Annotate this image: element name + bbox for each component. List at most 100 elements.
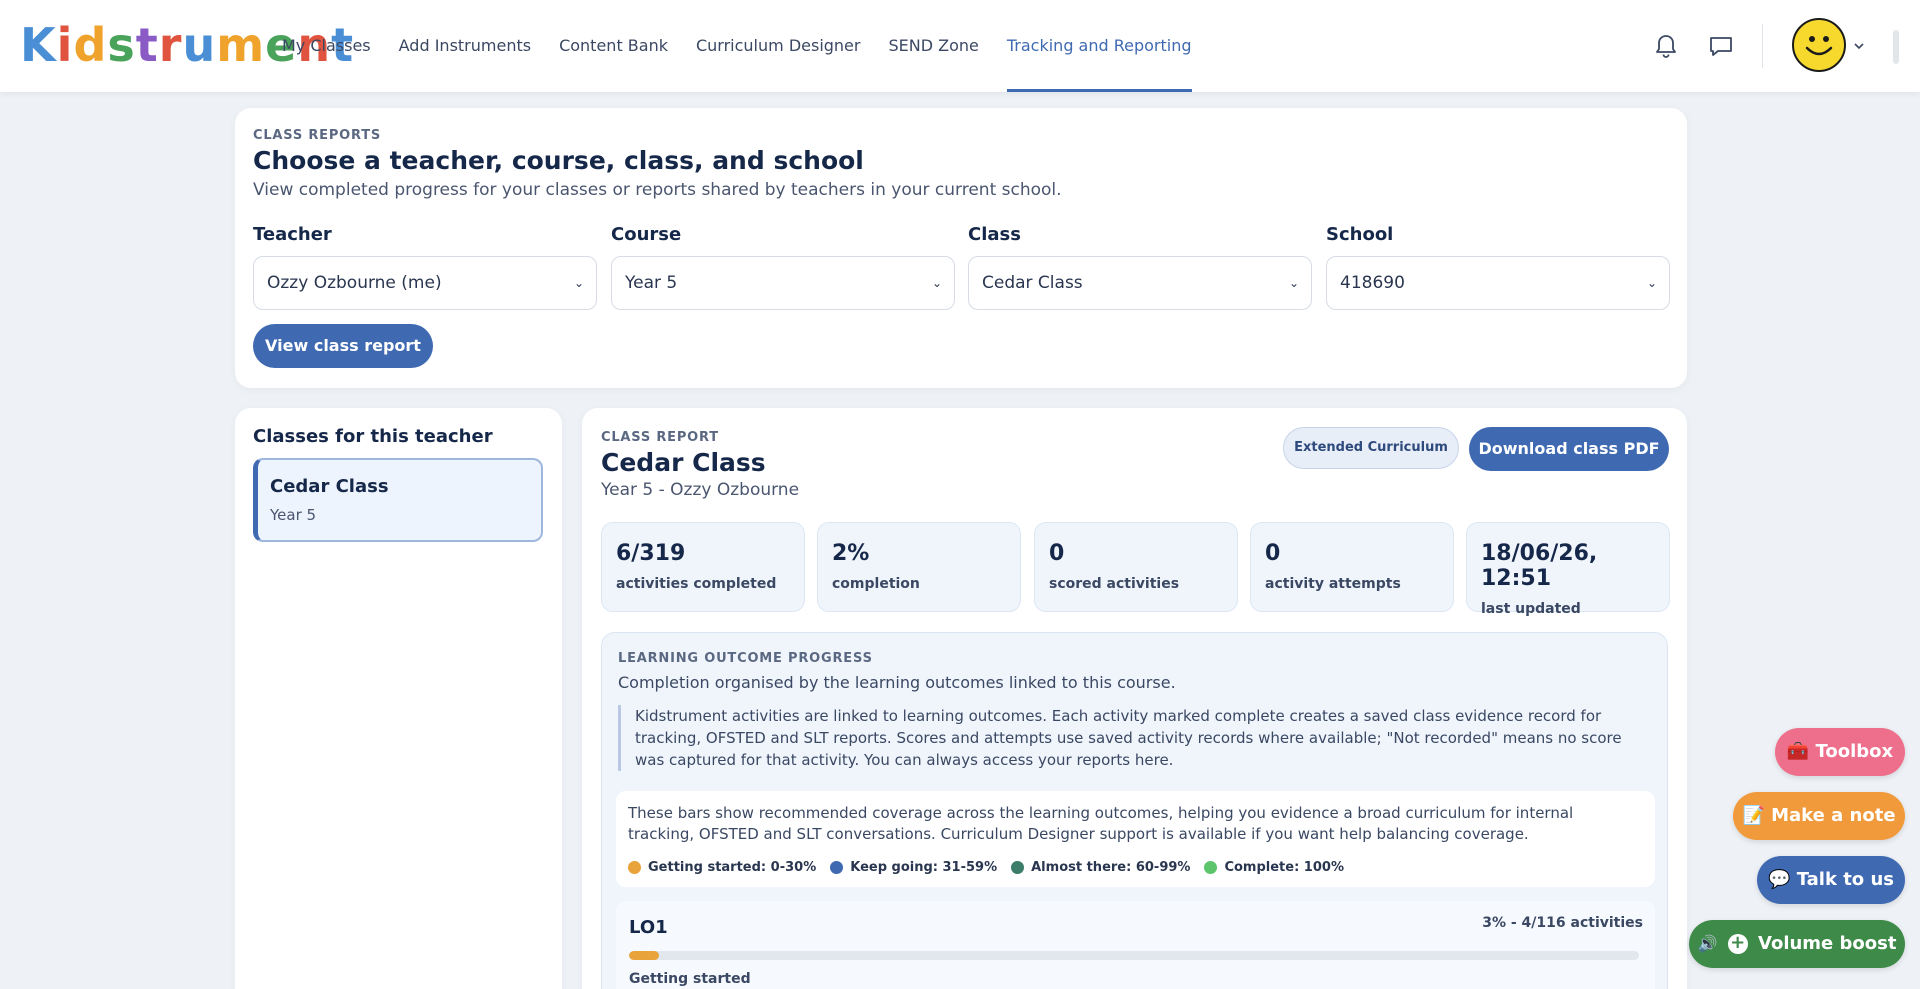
class-report-eyebrow: CLASS REPORT bbox=[601, 430, 719, 445]
class-reports-filter-card: CLASS REPORTS Choose a teacher, course, … bbox=[235, 108, 1687, 388]
legend-item: Getting started: 0-30% bbox=[628, 857, 816, 878]
stat-value: 0 bbox=[1265, 541, 1281, 566]
class-tile-cedar[interactable]: Cedar Class Year 5 bbox=[253, 458, 543, 542]
logo-letter: d bbox=[73, 18, 108, 72]
logo-letter: K bbox=[20, 18, 57, 72]
legend-dot bbox=[628, 861, 641, 874]
speaker-icon: 🔊 bbox=[1697, 934, 1718, 953]
nav-my-classes[interactable]: My Classes bbox=[282, 0, 371, 92]
evidence-note: Kidstrument activities are linked to lea… bbox=[618, 705, 1648, 771]
class-select[interactable]: Cedar Class ⌄ bbox=[968, 256, 1312, 310]
logo-letter: u bbox=[182, 18, 217, 72]
outcome-code: LO1 bbox=[629, 917, 668, 938]
nav-tracking-and-reporting[interactable]: Tracking and Reporting bbox=[1006, 0, 1192, 92]
logo-letter: s bbox=[107, 18, 136, 72]
legend-label: Getting started: 0-30% bbox=[648, 860, 817, 875]
view-class-report-button[interactable]: View class report bbox=[253, 324, 433, 368]
teacher-classes-card: Classes for this teacher Cedar Class Yea… bbox=[235, 408, 562, 989]
coverage-info: These bars show recommended coverage acr… bbox=[616, 791, 1655, 887]
stat-label: activities completed bbox=[616, 576, 777, 592]
extended-curriculum-badge[interactable]: Extended Curriculum bbox=[1283, 427, 1459, 469]
course-select[interactable]: Year 5 ⌄ bbox=[611, 256, 955, 310]
outcome-progress-fill bbox=[629, 951, 660, 960]
stat-completion: 2% completion bbox=[817, 522, 1021, 612]
stat-label: last updated bbox=[1481, 601, 1581, 617]
top-navbar: Kidstrument My Classes Add Instruments C… bbox=[0, 0, 1920, 92]
class-reports-eyebrow: CLASS REPORTS bbox=[253, 128, 382, 143]
bell-icon[interactable] bbox=[1650, 30, 1682, 62]
course-select-value: Year 5 bbox=[625, 273, 678, 293]
nav-divider bbox=[1762, 24, 1763, 68]
volume-boost-label: Volume boost bbox=[1758, 933, 1897, 954]
chevron-down-icon: ⌄ bbox=[1646, 276, 1657, 290]
progress-legend: Getting started: 0-30% Keep going: 31-59… bbox=[628, 857, 1358, 878]
stat-scored-activities: 0 scored activities bbox=[1034, 522, 1238, 612]
legend-label: Almost there: 60-99% bbox=[1031, 860, 1191, 875]
stat-label: activity attempts bbox=[1265, 576, 1401, 592]
learning-outcome-progress: LEARNING OUTCOME PROGRESS Completion org… bbox=[601, 632, 1668, 989]
stat-label: completion bbox=[832, 576, 920, 592]
report-title: Cedar Class bbox=[601, 448, 766, 477]
class-select-value: Cedar Class bbox=[982, 273, 1083, 293]
school-select[interactable]: 418690 ⌄ bbox=[1326, 256, 1670, 310]
stat-value: 2% bbox=[832, 541, 870, 566]
scrollbar[interactable] bbox=[1893, 30, 1899, 64]
teacher-select[interactable]: Ozzy Ozbourne (me) ⌄ bbox=[253, 256, 597, 310]
class-report-card: CLASS REPORT Cedar Class Year 5 - Ozzy O… bbox=[582, 408, 1687, 989]
filter-title: Choose a teacher, course, class, and sch… bbox=[253, 146, 864, 175]
stat-value: 6/319 bbox=[616, 541, 686, 566]
course-label: Course bbox=[611, 224, 682, 245]
legend-label: Keep going: 31-59% bbox=[850, 860, 998, 875]
talk-to-us-button[interactable]: 💬 Talk to us bbox=[1757, 856, 1905, 904]
report-subtitle: Year 5 - Ozzy Ozbourne bbox=[601, 480, 800, 500]
chevron-down-icon: ⌄ bbox=[931, 276, 942, 290]
stat-activities-completed: 6/319 activities completed bbox=[601, 522, 805, 612]
school-label: School bbox=[1326, 224, 1394, 245]
learning-outcome-eyebrow: LEARNING OUTCOME PROGRESS bbox=[618, 651, 873, 666]
download-class-pdf-button[interactable]: Download class PDF bbox=[1469, 427, 1669, 471]
class-tile-course: Year 5 bbox=[270, 506, 317, 524]
chat-icon[interactable] bbox=[1705, 30, 1737, 62]
main-nav: My Classes Add Instruments Content Bank … bbox=[282, 0, 1220, 92]
outcome-summary: 3% - 4/116 activities bbox=[1482, 915, 1643, 931]
coverage-text: These bars show recommended coverage acr… bbox=[628, 804, 1574, 843]
legend-dot bbox=[1011, 861, 1025, 874]
legend-dot bbox=[830, 861, 844, 874]
chevron-down-icon: ⌄ bbox=[1288, 276, 1299, 290]
nav-add-instruments[interactable]: Add Instruments bbox=[399, 0, 531, 92]
make-a-note-button[interactable]: 📝 Make a note bbox=[1733, 792, 1905, 840]
legend-label: Complete: 100% bbox=[1224, 860, 1344, 875]
class-tile-name: Cedar Class bbox=[270, 476, 389, 497]
legend-dot bbox=[1204, 861, 1218, 874]
school-select-value: 418690 bbox=[1340, 273, 1405, 293]
toolbox-button[interactable]: 🧰 Toolbox bbox=[1775, 728, 1905, 776]
nav-content-bank[interactable]: Content Bank bbox=[559, 0, 668, 92]
learning-outcome-subtitle: Completion organised by the learning out… bbox=[618, 673, 1176, 692]
logo-letter: r bbox=[158, 18, 183, 72]
class-label: Class bbox=[968, 224, 1021, 245]
legend-item: Complete: 100% bbox=[1204, 857, 1344, 878]
filter-subtitle: View completed progress for your classes… bbox=[253, 180, 1062, 200]
stat-label: scored activities bbox=[1049, 576, 1180, 592]
stat-last-updated: 18/06/26, 12:51 last updated bbox=[1466, 522, 1670, 617]
teacher-classes-heading: Classes for this teacher bbox=[253, 426, 493, 447]
legend-item: Almost there: 60-99% bbox=[1011, 857, 1190, 878]
outcome-status: Getting started bbox=[629, 971, 751, 987]
teacher-label: Teacher bbox=[253, 224, 332, 245]
smiley-icon bbox=[1805, 36, 1833, 56]
stat-value: 18/06/26, 12:51 bbox=[1481, 541, 1598, 591]
avatar[interactable] bbox=[1792, 18, 1846, 72]
learning-outcome-row[interactable]: LO1 3% - 4/116 activities Getting starte… bbox=[616, 901, 1655, 989]
teacher-select-value: Ozzy Ozbourne (me) bbox=[267, 273, 442, 293]
outcome-progress-bar bbox=[629, 951, 1639, 960]
volume-boost-button[interactable]: 🔊 + Volume boost bbox=[1689, 920, 1905, 968]
nav-send-zone[interactable]: SEND Zone bbox=[888, 0, 978, 92]
chevron-down-icon: ⌄ bbox=[573, 276, 584, 290]
stat-value: 0 bbox=[1049, 541, 1065, 566]
logo-letter: m bbox=[216, 18, 266, 72]
logo-letter: i bbox=[56, 18, 74, 72]
nav-curriculum-designer[interactable]: Curriculum Designer bbox=[696, 0, 861, 92]
chevron-down-icon[interactable] bbox=[1852, 38, 1866, 57]
plus-circle-icon: + bbox=[1727, 934, 1748, 954]
logo-letter: t bbox=[135, 18, 159, 72]
